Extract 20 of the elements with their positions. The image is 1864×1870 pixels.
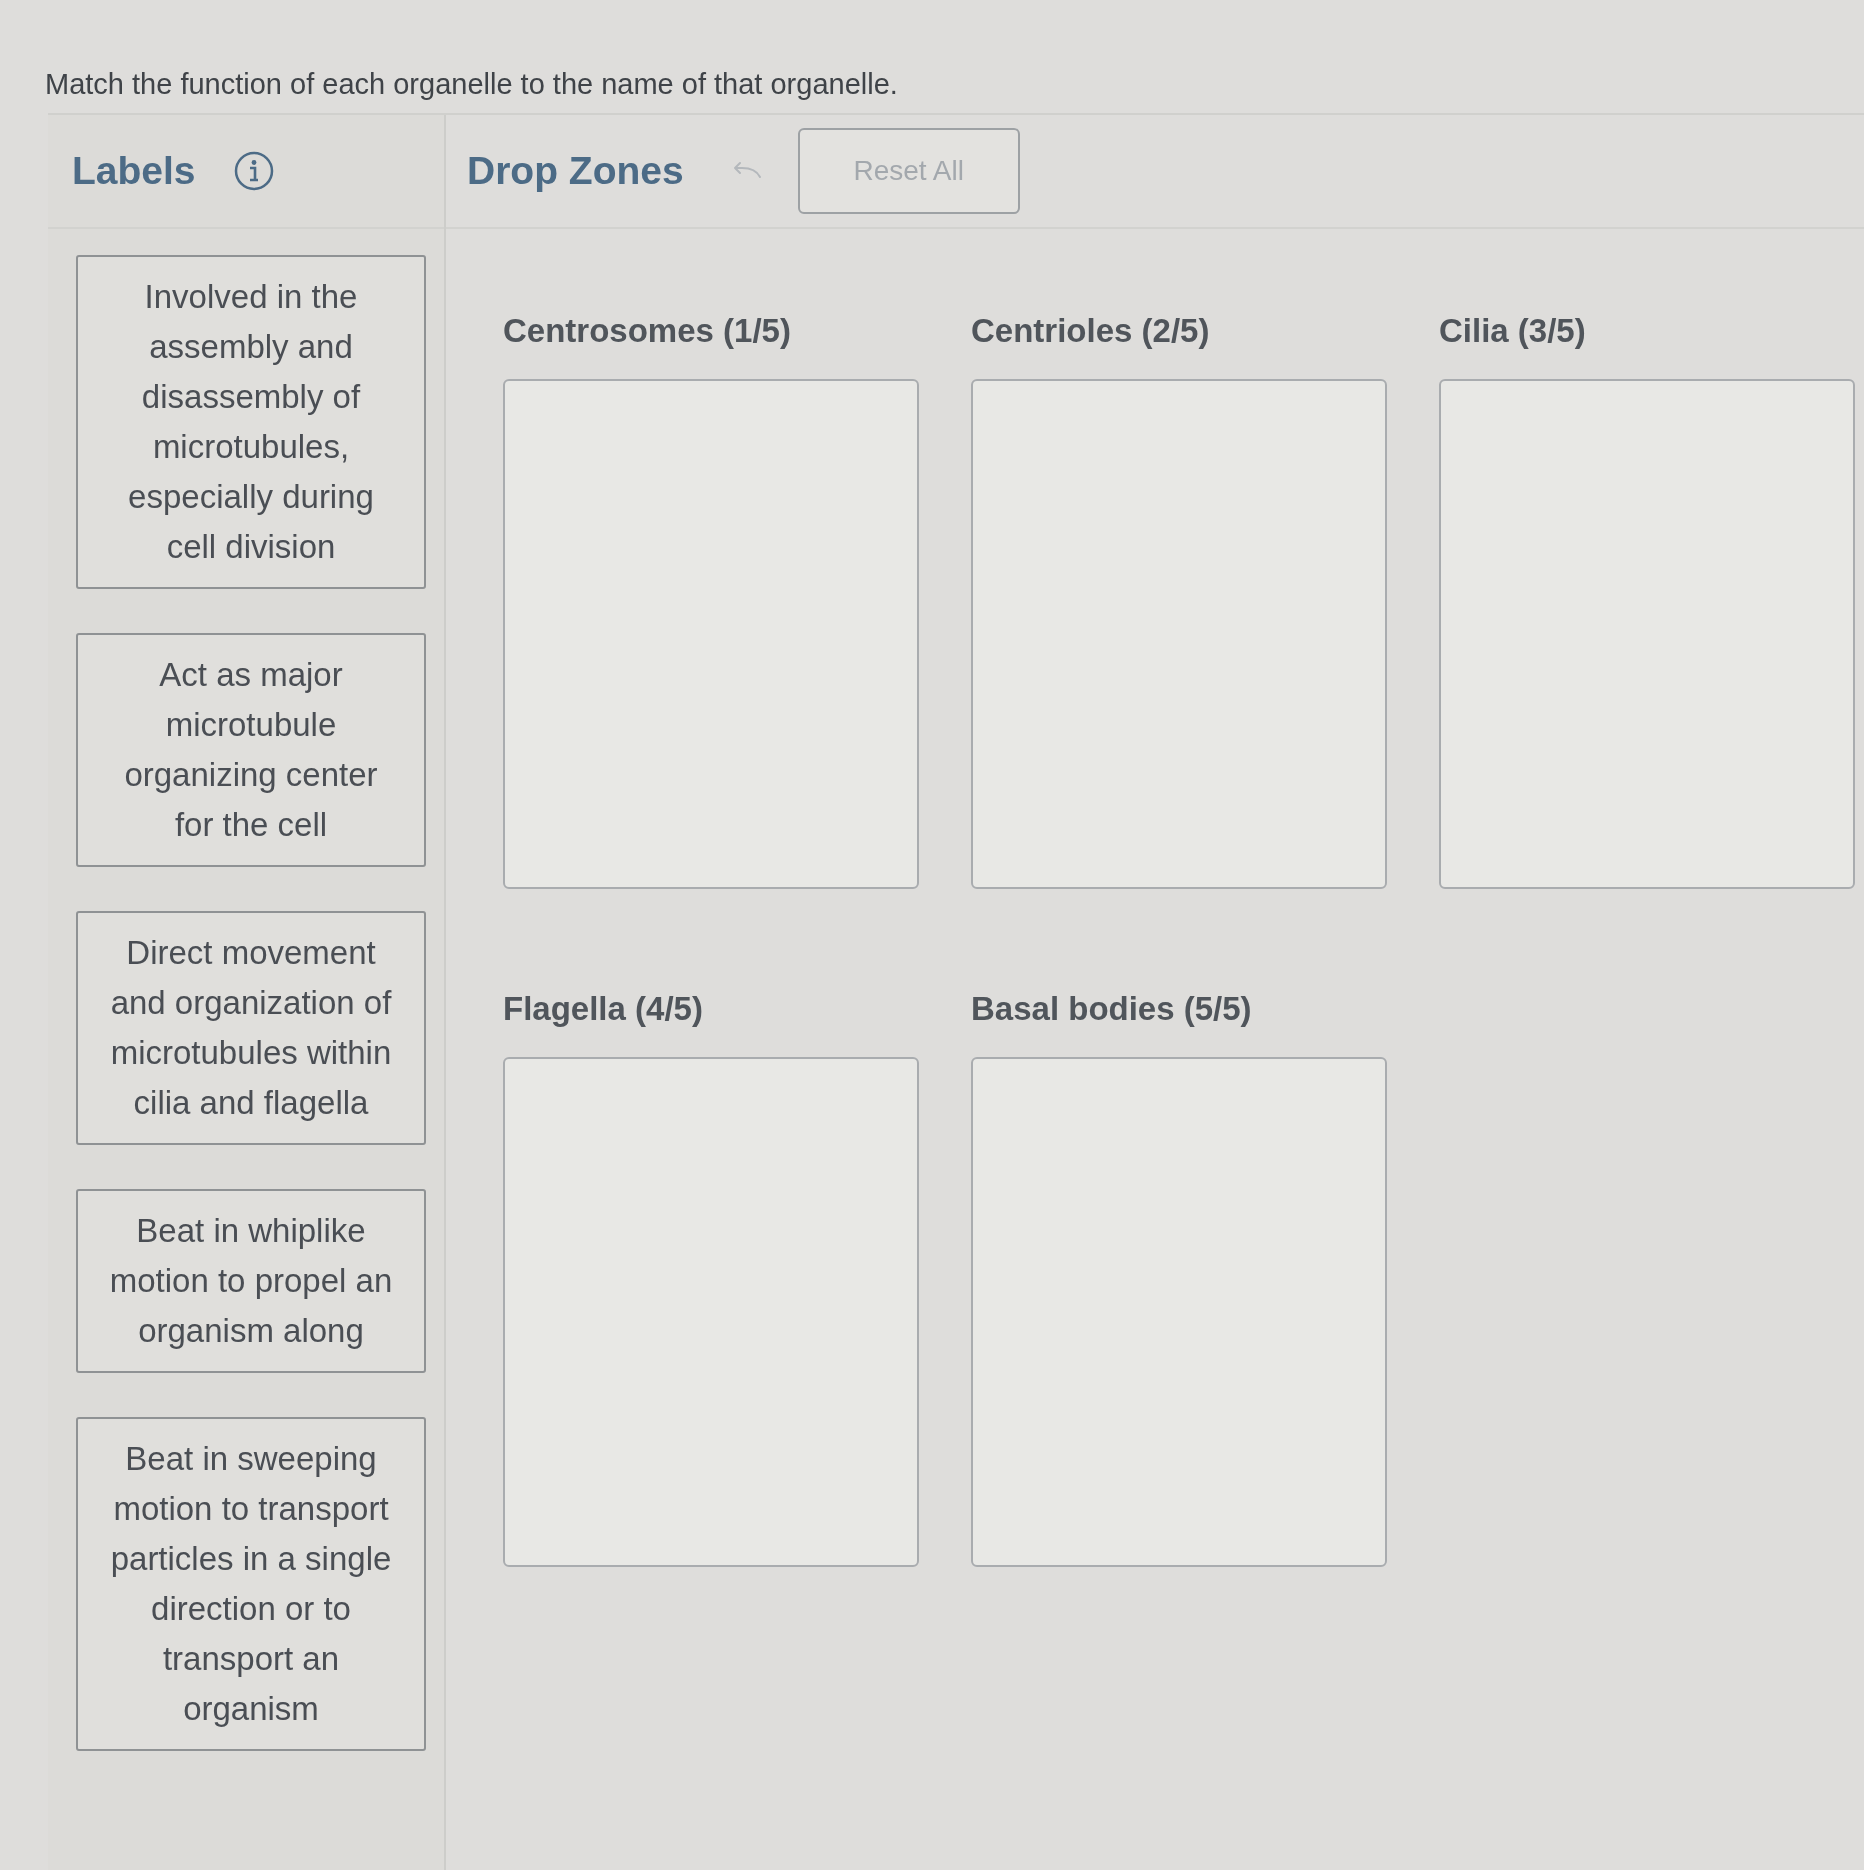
draggable-label[interactable]: Direct movement and organization of microtubules within cilia and flagella	[76, 911, 426, 1145]
instruction-text: Match the function of each organelle to the name of that organelle.	[44, 67, 899, 102]
draggable-label[interactable]: Involved in the assembly and disassembly of microtubules, especially during cell division	[76, 255, 426, 589]
drop-zone-title: Centrioles (2/5)	[971, 311, 1210, 351]
drop-zone-title: Cilia (3/5)	[1439, 311, 1586, 351]
draggable-label[interactable]: Beat in sweeping motion to transport particles in a single direction or to transport an organism	[76, 1417, 426, 1751]
undo-icon	[731, 161, 762, 181]
drop-zone-title: Centrosomes (1/5)	[503, 311, 791, 351]
draggable-label[interactable]: Act as major microtubule organizing center for the cell	[76, 633, 426, 867]
panel-title: Labels	[72, 149, 196, 193]
drop-zone[interactable]	[971, 1057, 1387, 1567]
info-icon[interactable]	[233, 151, 274, 191]
drop-zone[interactable]	[503, 379, 919, 889]
draggable-label[interactable]: Beat in whiplike motion to propel an organism along	[76, 1189, 426, 1373]
drop-zone-title: Flagella (4/5)	[503, 989, 703, 1029]
drop-zone[interactable]	[971, 379, 1387, 889]
panel-title: Drop Zones	[467, 149, 684, 193]
drop-zone-title: Basal bodies (5/5)	[971, 989, 1252, 1029]
drop-zone[interactable]	[503, 1057, 919, 1567]
drop-zone[interactable]	[1439, 379, 1855, 889]
